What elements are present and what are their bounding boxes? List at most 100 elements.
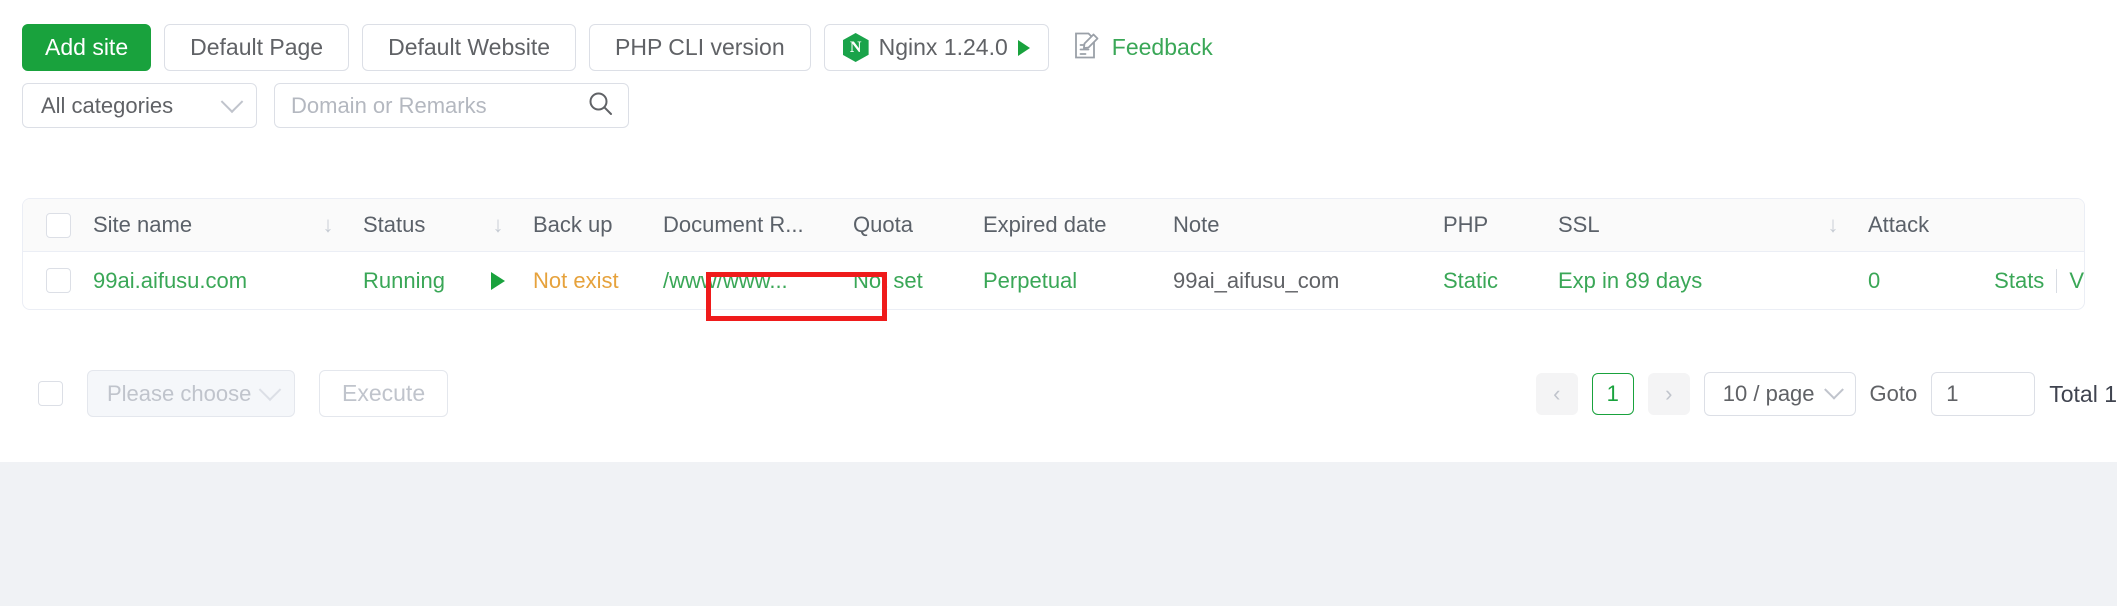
category-select[interactable]: All categories [22, 83, 257, 128]
sort-status[interactable]: ↓ [463, 214, 533, 236]
default-website-button[interactable]: Default Website [362, 24, 577, 71]
cell-site-name[interactable]: 99ai.aifusu.com [93, 268, 293, 294]
goto-label: Goto [1869, 381, 1918, 406]
search-input[interactable]: Domain or Remarks [274, 83, 629, 128]
select-all-cell [23, 212, 93, 238]
cell-ssl[interactable]: Exp in 89 days [1558, 268, 1798, 294]
cell-expired-date[interactable]: Perpetual [983, 268, 1173, 294]
chevron-down-icon [258, 377, 282, 401]
nginx-hexagon-icon: N [842, 33, 869, 62]
filter-bar: All categories Domain or Remarks [22, 83, 629, 128]
footer-select-all-checkbox[interactable] [38, 381, 63, 406]
header-php[interactable]: PHP [1443, 212, 1558, 238]
chevron-down-icon [220, 89, 244, 113]
next-operation-link[interactable]: V [2069, 268, 2084, 294]
header-document-root-label: Document R... [663, 212, 804, 237]
nginx-badge-letter: N [849, 38, 862, 56]
backup-label: Not exist [533, 267, 619, 293]
execute-button[interactable]: Execute [319, 370, 449, 417]
sort-site-name[interactable]: ↓ [293, 214, 363, 236]
nginx-version-label: Nginx 1.24.0 [878, 34, 1008, 60]
chevron-down-icon [1823, 379, 1844, 400]
prev-page-button[interactable]: ‹ [1535, 373, 1578, 415]
cell-note[interactable]: 99ai_aifusu_com [1173, 268, 1443, 294]
ssl-label: Exp in 89 days [1558, 267, 1703, 293]
add-site-label: Add site [45, 34, 129, 60]
stats-link[interactable]: Stats [1994, 268, 2044, 294]
goto-page-input[interactable]: 1 [1931, 372, 2036, 416]
add-site-button[interactable]: Add site [22, 24, 152, 71]
content-card: Add site Default Page Default Website PH… [0, 0, 2117, 462]
header-quota-label: Quota [853, 212, 913, 237]
default-website-label: Default Website [388, 34, 551, 60]
header-quota[interactable]: Quota [853, 212, 983, 238]
next-page-button[interactable]: › [1647, 373, 1690, 415]
header-note[interactable]: Note [1173, 212, 1443, 238]
header-ssl[interactable]: SSL [1558, 212, 1798, 238]
header-expired-date-label: Expired date [983, 212, 1107, 237]
site-name-link[interactable]: 99ai.aifusu.com [93, 268, 247, 294]
header-attack-label: Attack [1868, 212, 1930, 237]
play-triangle-icon [1017, 39, 1030, 56]
cell-operations: Stats V [1968, 268, 2084, 294]
chevron-right-icon: › [1665, 381, 1673, 406]
header-status[interactable]: Status [363, 212, 463, 238]
sort-down-icon: ↓ [322, 212, 334, 237]
cell-php[interactable]: Static [1443, 268, 1558, 294]
row-select-checkbox[interactable] [45, 268, 71, 293]
chevron-left-icon: ‹ [1553, 381, 1561, 406]
document-edit-icon [1073, 31, 1100, 65]
cell-status-action[interactable] [463, 271, 533, 290]
batch-action-select[interactable]: Please choose [87, 370, 295, 417]
cell-quota[interactable]: Not set [853, 268, 983, 294]
total-count-label: Total 1 [2049, 380, 2117, 407]
pagination: ‹ 1 › 10 / page Goto 1 Total 1 [1535, 372, 2117, 416]
page-size-select[interactable]: 10 / page [1703, 372, 1856, 416]
default-page-button[interactable]: Default Page [164, 24, 350, 71]
header-status-label: Status [363, 212, 426, 237]
toolbar: Add site Default Page Default Website PH… [22, 24, 1213, 71]
table-row: 99ai.aifusu.com Running Not exist /www/w… [23, 252, 2084, 309]
cell-document-root[interactable]: /www/www... [663, 268, 853, 294]
page-1-button[interactable]: 1 [1591, 373, 1634, 415]
header-site-name-label: Site name [93, 212, 193, 237]
header-attack[interactable]: Attack [1868, 212, 1968, 238]
default-page-label: Default Page [190, 34, 324, 60]
attack-label: 0 [1868, 267, 1881, 293]
expired-date-label: Perpetual [983, 267, 1078, 293]
header-expired-date[interactable]: Expired date [983, 212, 1173, 238]
page-number-label: 1 [1606, 381, 1619, 406]
cell-backup[interactable]: Not exist [533, 268, 663, 294]
batch-actions: Please choose Execute [38, 370, 449, 417]
select-all-checkbox[interactable] [45, 212, 71, 238]
php-cli-version-label: PHP CLI version [615, 34, 785, 60]
header-backup-label: Back up [533, 212, 613, 237]
execute-label: Execute [342, 380, 426, 406]
operations-divider [2056, 268, 2058, 293]
php-cli-version-button[interactable]: PHP CLI version [589, 24, 811, 71]
sort-down-icon: ↓ [1827, 212, 1839, 237]
document-root-label: /www/www... [663, 267, 788, 293]
status-label: Running [363, 267, 445, 293]
header-document-root[interactable]: Document R... [663, 212, 853, 238]
page-size-label: 10 / page [1722, 381, 1815, 406]
note-label: 99ai_aifusu_com [1173, 267, 1340, 293]
header-ssl-label: SSL [1558, 212, 1600, 237]
header-note-label: Note [1173, 212, 1220, 237]
cell-attack[interactable]: 0 [1868, 268, 1968, 294]
quota-label: Not set [853, 267, 923, 293]
search-input-placeholder: Domain or Remarks [291, 92, 487, 118]
search-icon[interactable] [587, 90, 614, 122]
play-triangle-icon[interactable] [491, 271, 505, 290]
feedback-link[interactable]: Feedback [1073, 31, 1213, 65]
cell-status: Running [363, 268, 463, 294]
header-site-name[interactable]: Site name [93, 212, 293, 238]
nginx-version-button[interactable]: N Nginx 1.24.0 [823, 24, 1049, 71]
sites-table: Site name ↓ Status ↓ Back up Document R.… [22, 198, 2085, 310]
page-root: Add site Default Page Default Website PH… [0, 0, 2117, 606]
table-header-row: Site name ↓ Status ↓ Back up Document R.… [23, 199, 2084, 252]
header-backup[interactable]: Back up [533, 212, 663, 238]
sort-ssl[interactable]: ↓ [1798, 214, 1868, 236]
category-select-value: All categories [41, 92, 174, 118]
header-php-label: PHP [1443, 212, 1489, 237]
